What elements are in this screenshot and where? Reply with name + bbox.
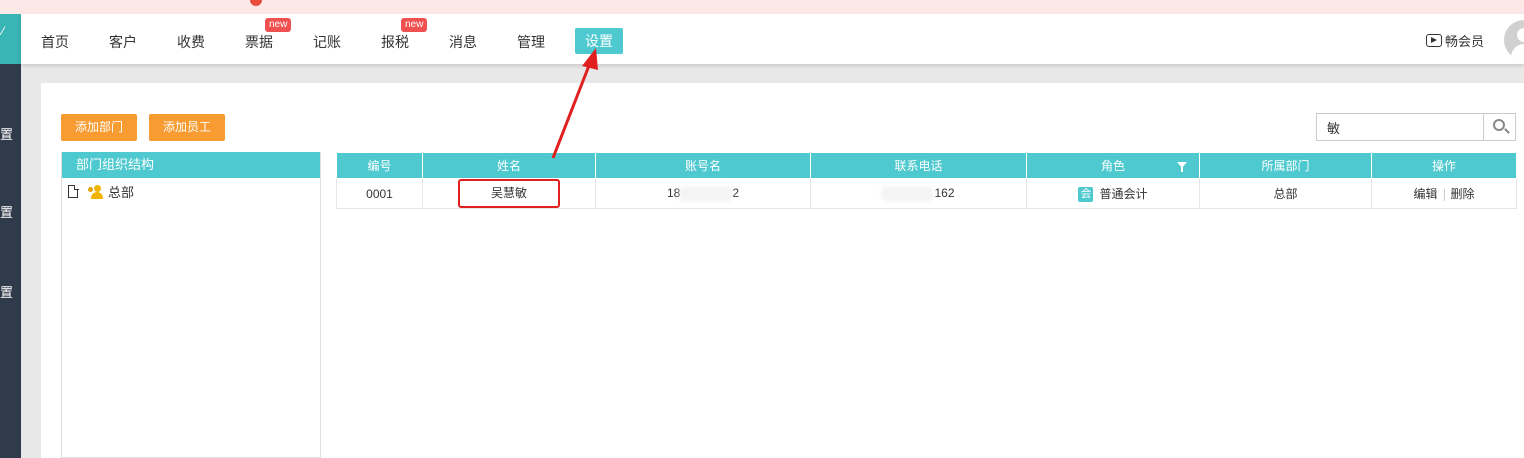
nav-messages[interactable]: 消息 bbox=[449, 32, 477, 52]
sidebar-item-1[interactable]: 置 bbox=[0, 96, 21, 172]
main-content: 添加部门 添加员工 部门组织结构 总部 编号 姓名 账号名 联系电话 角色 所属… bbox=[41, 83, 1524, 458]
top-notice-strip bbox=[0, 0, 1524, 14]
sidebar-top: ⁄ bbox=[0, 14, 21, 64]
member-label: 畅会员 bbox=[1444, 34, 1484, 49]
org-tree-node-hq[interactable]: 总部 bbox=[68, 182, 134, 201]
cell-name: 吴慧敏 bbox=[422, 178, 596, 209]
sidebar-item-label: 置 bbox=[0, 285, 14, 300]
add-department-button[interactable]: 添加部门 bbox=[61, 114, 138, 141]
col-header-role: 角色 bbox=[1026, 152, 1200, 179]
nav-tax[interactable]: 报税 new bbox=[381, 18, 428, 52]
left-sidebar: ⁄ 置 置 置 bbox=[0, 14, 21, 458]
org-structure-panel: 部门组织结构 总部 bbox=[61, 152, 321, 458]
sidebar-item-label: 置 bbox=[0, 127, 14, 142]
org-panel-title: 部门组织结构 bbox=[62, 152, 320, 178]
notice-dot-icon bbox=[250, 0, 262, 6]
col-header-account: 账号名 bbox=[595, 152, 811, 179]
nav-customers[interactable]: 客户 bbox=[109, 32, 137, 52]
edit-button[interactable]: 编辑 bbox=[1413, 187, 1437, 201]
file-icon bbox=[68, 184, 79, 198]
top-nav-bar: 首页 客户 收费 票据 new 记账 报税 new 消息 管理 设置 畅会员 bbox=[21, 14, 1524, 64]
name-highlight-box: 吴慧敏 bbox=[458, 179, 560, 208]
sidebar-item-3[interactable]: 置 bbox=[0, 254, 21, 330]
cell-phone: 162 bbox=[810, 178, 1027, 209]
delete-button[interactable]: 删除 bbox=[1451, 187, 1475, 201]
nav-fees[interactable]: 收费 bbox=[177, 32, 205, 52]
search-button[interactable] bbox=[1483, 114, 1515, 140]
col-header-actions: 操作 bbox=[1371, 152, 1517, 179]
cell-actions: 编辑 删除 bbox=[1371, 178, 1517, 209]
col-header-id: 编号 bbox=[336, 152, 423, 179]
nav-invoices[interactable]: 票据 new bbox=[245, 18, 292, 52]
member-link[interactable]: 畅会员 bbox=[1425, 31, 1484, 50]
nav-home[interactable]: 首页 bbox=[41, 32, 69, 52]
play-icon bbox=[1425, 34, 1442, 47]
new-badge: new bbox=[265, 18, 292, 32]
cell-account: 18 2 bbox=[595, 178, 811, 209]
cell-role: 会普通会计 bbox=[1026, 178, 1200, 209]
nav-bookkeeping[interactable]: 记账 bbox=[313, 32, 341, 52]
table-header-row: 编号 姓名 账号名 联系电话 角色 所属部门 操作 bbox=[336, 152, 1517, 179]
table-row: 0001 吴慧敏 18 2 162 会普通会计 总部 编辑 删除 bbox=[336, 178, 1517, 209]
search-box bbox=[1316, 113, 1516, 141]
cell-department: 总部 bbox=[1199, 178, 1372, 209]
nav-settings[interactable]: 设置 bbox=[575, 28, 623, 54]
avatar[interactable] bbox=[1504, 20, 1524, 60]
filter-icon[interactable] bbox=[1177, 162, 1187, 172]
users-icon bbox=[88, 184, 104, 199]
add-employee-button[interactable]: 添加员工 bbox=[149, 114, 226, 141]
nav-management[interactable]: 管理 bbox=[517, 32, 545, 52]
col-header-department: 所属部门 bbox=[1199, 152, 1372, 179]
new-badge: new bbox=[401, 18, 428, 32]
col-header-phone: 联系电话 bbox=[810, 152, 1027, 179]
sidebar-item-label: 置 bbox=[0, 205, 14, 220]
col-header-name: 姓名 bbox=[422, 152, 596, 179]
role-badge-icon: 会 bbox=[1078, 187, 1094, 203]
employee-table: 编号 姓名 账号名 联系电话 角色 所属部门 操作 0001 吴慧敏 18 2 1… bbox=[336, 152, 1517, 209]
redacted-mask bbox=[680, 186, 733, 201]
search-input[interactable] bbox=[1317, 114, 1483, 140]
divider bbox=[1443, 188, 1445, 201]
redacted-mask bbox=[882, 186, 935, 201]
org-node-label: 总部 bbox=[108, 185, 135, 200]
cell-id: 0001 bbox=[336, 178, 423, 209]
sidebar-item-2[interactable]: 置 bbox=[0, 174, 21, 250]
sidebar-arrow-icon: ⁄ bbox=[2, 24, 5, 38]
